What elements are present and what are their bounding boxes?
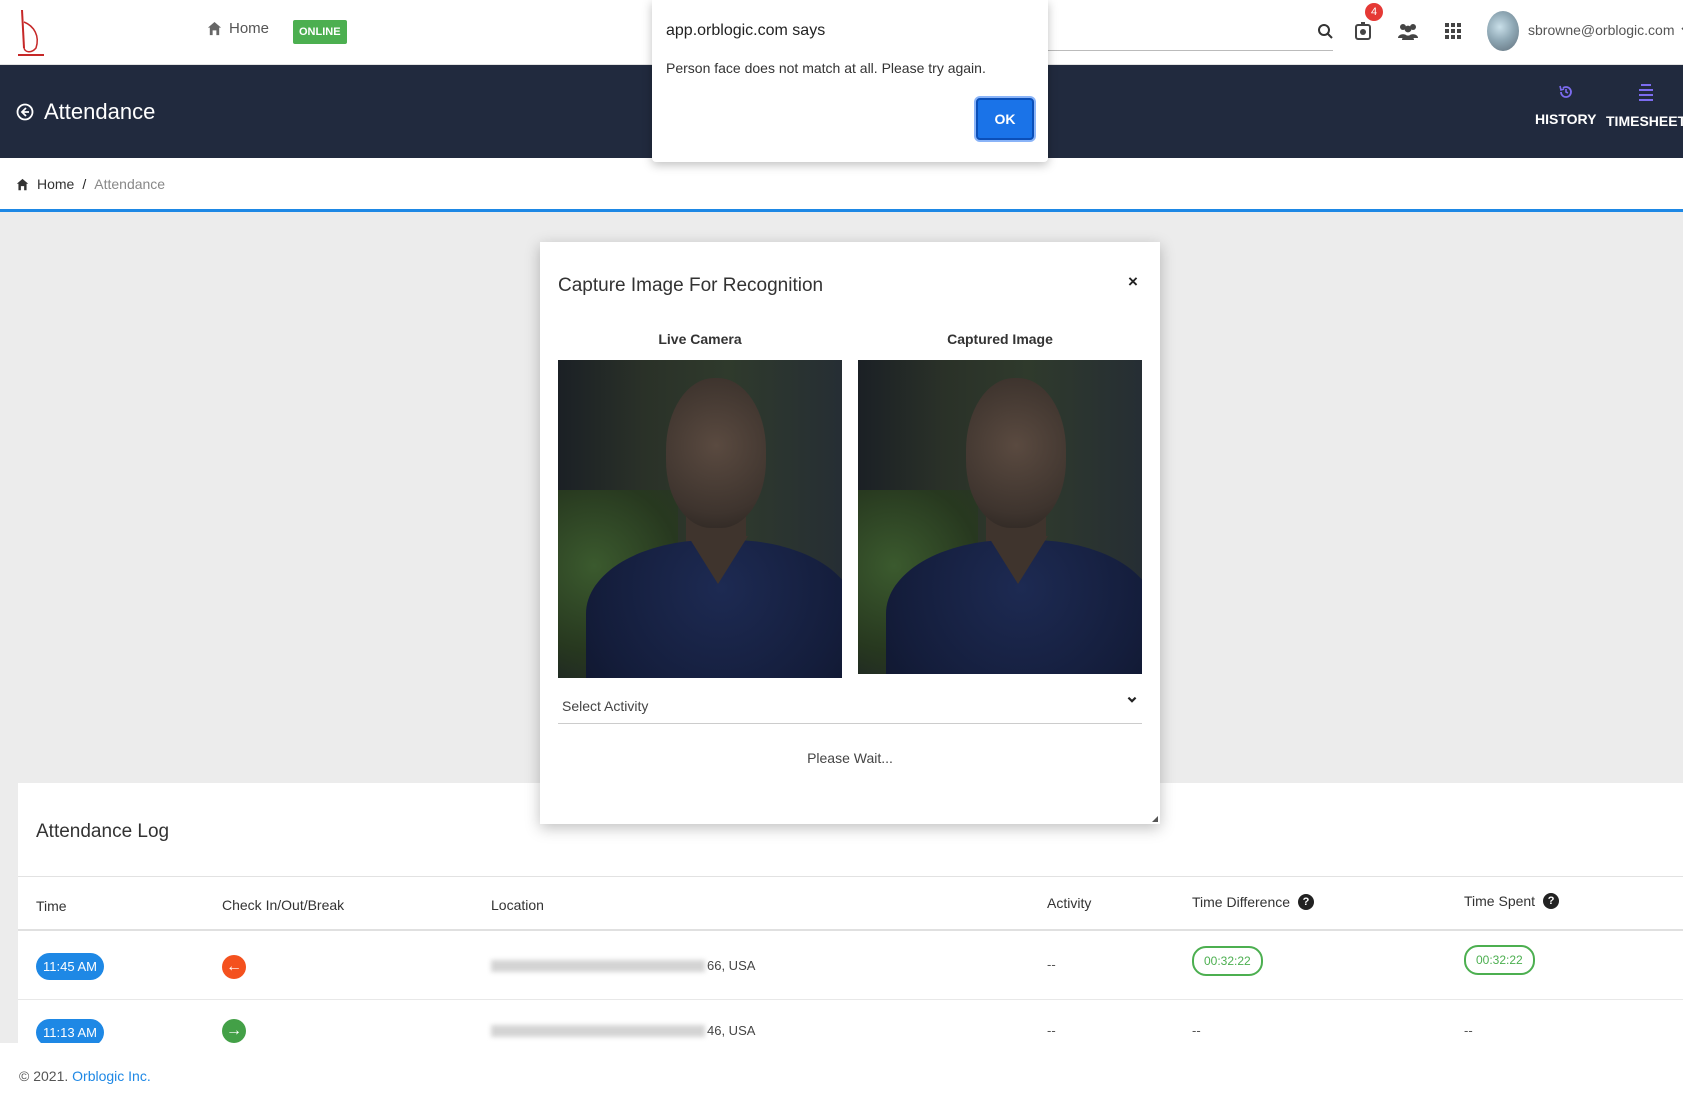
page-title-text: Attendance xyxy=(44,99,156,124)
breadcrumb-current: Attendance xyxy=(94,176,166,192)
back-icon[interactable] xyxy=(16,103,34,121)
breadcrumb: Home / Attendance xyxy=(16,176,165,192)
search-input[interactable] xyxy=(1048,50,1333,51)
modal-title: Capture Image For Recognition xyxy=(558,275,824,296)
row-activity: -- xyxy=(1047,1023,1056,1038)
user-avatar[interactable] xyxy=(1487,11,1519,51)
divider xyxy=(18,876,1683,877)
notification-button[interactable] xyxy=(1350,18,1376,44)
capture-image-modal: Capture Image For Recognition × Live Cam… xyxy=(540,242,1160,824)
column-header-activity: Activity xyxy=(1047,895,1092,911)
row-time-spent: -- xyxy=(1464,1023,1473,1038)
resize-handle[interactable] xyxy=(1152,816,1158,822)
row-activity: -- xyxy=(1047,957,1056,972)
user-email: sbrowne@orblogic.com xyxy=(1528,22,1675,38)
home-icon xyxy=(207,21,222,36)
row-time-badge: 11:45 AM xyxy=(36,953,104,980)
nav-home-label: Home xyxy=(229,20,270,37)
help-icon[interactable]: ? xyxy=(1298,894,1315,910)
divider xyxy=(18,999,1683,1000)
redacted-address xyxy=(491,1024,705,1037)
close-icon[interactable]: × xyxy=(1128,272,1138,292)
chevron-down-icon xyxy=(1127,696,1137,703)
team-button[interactable] xyxy=(1395,18,1421,44)
column-header-time: Time xyxy=(36,898,67,914)
orblogic-logo[interactable] xyxy=(16,8,50,60)
live-camera-feed xyxy=(558,360,842,678)
row-time-spent: 00:32:22 xyxy=(1464,945,1535,975)
breadcrumb-separator: / xyxy=(82,176,87,192)
row-location: 66, USA xyxy=(491,958,755,973)
live-camera-label: Live Camera xyxy=(658,331,742,347)
alert-title: app.orblogic.com says xyxy=(666,22,826,39)
notification-count-badge: 4 xyxy=(1365,3,1383,21)
online-status-badge: ONLINE xyxy=(293,20,347,44)
nav-home-link[interactable]: Home xyxy=(207,20,269,37)
home-icon xyxy=(16,178,29,190)
breadcrumb-home[interactable]: Home xyxy=(37,176,74,192)
browser-alert-dialog: app.orblogic.com says Person face does n… xyxy=(652,0,1048,162)
row-location: 46, USA xyxy=(491,1023,755,1038)
status-text: Please Wait... xyxy=(807,750,893,766)
history-label: HISTORY xyxy=(1535,111,1597,127)
row-time-difference: 00:32:22 xyxy=(1192,946,1263,976)
timesheet-label: TIMESHEET xyxy=(1606,113,1683,129)
timesheet-icon xyxy=(1639,84,1654,101)
column-header-time-difference: Time Difference ? xyxy=(1192,894,1315,910)
footer-copyright: © 2021. Orblogic Inc. xyxy=(19,1068,151,1084)
apps-grid-button[interactable] xyxy=(1440,18,1466,44)
footer-company-link[interactable]: Orblogic Inc. xyxy=(72,1068,151,1084)
column-header-location: Location xyxy=(491,897,544,913)
alert-ok-button[interactable]: OK xyxy=(976,98,1034,140)
check-in-icon: → xyxy=(222,1019,246,1043)
column-header-check: Check In/Out/Break xyxy=(222,897,345,913)
attendance-log-title: Attendance Log xyxy=(36,821,170,842)
row-time-badge: 11:13 AM xyxy=(36,1019,104,1043)
row-time-difference: -- xyxy=(1192,1023,1201,1038)
search-button[interactable] xyxy=(1312,18,1338,44)
help-icon[interactable]: ? xyxy=(1543,893,1560,909)
check-out-icon: ← xyxy=(222,955,246,979)
captured-image xyxy=(858,360,1142,674)
page-title: Attendance xyxy=(16,99,155,125)
captured-image-label: Captured Image xyxy=(947,331,1053,347)
apps-grid-icon xyxy=(1445,23,1461,39)
column-header-time-spent: Time Spent ? xyxy=(1464,893,1560,909)
alert-message: Person face does not match at all. Pleas… xyxy=(666,60,986,76)
chevron-down-icon xyxy=(1680,27,1683,31)
breadcrumb-bar: Home / Attendance xyxy=(0,158,1683,212)
redacted-address xyxy=(491,959,705,972)
timesheet-button[interactable]: TIMESHEET xyxy=(1606,83,1683,129)
divider xyxy=(18,929,1683,931)
select-activity-placeholder: Select Activity xyxy=(562,698,649,714)
search-icon xyxy=(1318,24,1333,39)
select-activity-dropdown[interactable]: Select Activity xyxy=(558,688,1142,724)
footer: © 2021. Orblogic Inc. xyxy=(0,1043,1683,1111)
history-icon xyxy=(1558,85,1572,98)
user-menu[interactable]: sbrowne@orblogic.com xyxy=(1528,22,1683,38)
team-icon xyxy=(1398,24,1418,40)
history-button[interactable]: HISTORY xyxy=(1535,83,1596,127)
notification-icon xyxy=(1355,22,1371,40)
